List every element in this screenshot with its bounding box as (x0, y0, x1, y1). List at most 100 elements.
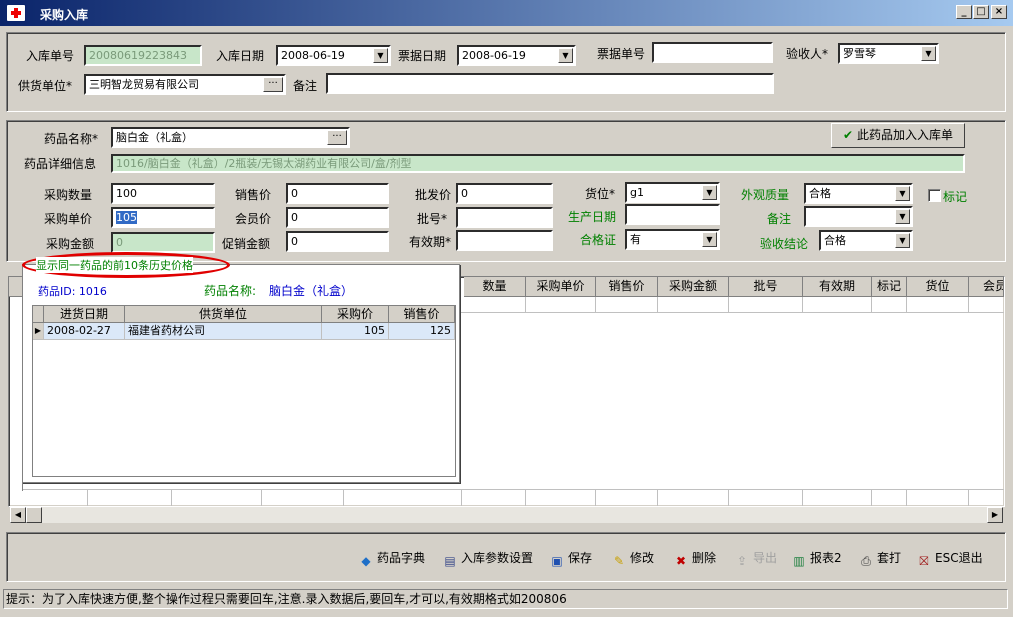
export-button[interactable]: ⇪ 导出 (734, 548, 777, 568)
receipt-date-value: 2008-06-19 (281, 49, 345, 62)
maximize-button[interactable]: □ (973, 5, 989, 19)
supplier-browse-button[interactable]: ··· (263, 77, 283, 92)
expiry-field[interactable] (456, 230, 553, 251)
chevron-down-icon[interactable]: ▼ (921, 46, 936, 61)
appearance-combo[interactable]: 合格 ▼ (804, 183, 913, 204)
history-cell-supplier[interactable]: 福建省药材公司 (125, 323, 322, 340)
wholesale-field[interactable]: 0 (456, 183, 553, 204)
report-icon: ▥ (793, 554, 805, 568)
report-button[interactable]: ▥ 报表2 (791, 548, 841, 568)
history-table[interactable]: 进货日期 供货单位 采购价 销售价 ▶ 2008-02-27 福建省药材公司 1… (32, 305, 456, 477)
bill-date-value: 2008-06-19 (462, 49, 526, 62)
delete-button[interactable]: ✖ 删除 (673, 548, 716, 568)
conclusion-combo[interactable]: 合格 ▼ (819, 230, 913, 251)
scroll-right-icon[interactable]: ▶ (987, 507, 1003, 523)
col-header-mark[interactable]: 标记 (872, 277, 907, 297)
close-button[interactable]: × (991, 5, 1007, 19)
exit-door-icon: ⛝ (919, 554, 929, 568)
add-drug-button[interactable]: ✔ 此药品加入入库单 (831, 123, 965, 148)
drug-browse-button[interactable]: ··· (327, 130, 347, 145)
bill-no-label: 票据单号 (597, 47, 646, 61)
row-indicator-icon: ▶ (33, 323, 44, 340)
supplier-field[interactable]: 三明智龙贸易有限公司 ··· (84, 74, 286, 95)
settings-button[interactable]: ▤ 入库参数设置 (442, 548, 533, 568)
history-col-date[interactable]: 进货日期 (44, 306, 125, 323)
inspector-combo[interactable]: 罗雪琴 ▼ (838, 43, 939, 64)
history-cell-sale[interactable]: 125 (389, 323, 455, 340)
member-price-field[interactable]: 0 (286, 207, 389, 228)
promo-amount-label: 促销金额 (222, 237, 271, 251)
chevron-down-icon[interactable]: ▼ (702, 185, 717, 200)
diamond-icon: ◆ (361, 554, 371, 568)
batch-field[interactable] (456, 207, 553, 228)
scroll-left-icon[interactable]: ◀ (10, 507, 26, 523)
cert-combo[interactable]: 有 ▼ (625, 229, 720, 250)
remark-label: 备注 (293, 79, 318, 93)
title-bar: 采购入库 _ □ × (0, 0, 1013, 26)
form-icon: ▤ (444, 554, 456, 568)
save-button[interactable]: ▣ 保存 (549, 548, 592, 568)
col-header-qty[interactable]: 数量 (464, 277, 526, 297)
drug-remark-combo[interactable]: ▼ (804, 206, 913, 227)
history-col-purchase[interactable]: 采购价 (322, 306, 389, 323)
minimize-button[interactable]: _ (956, 5, 972, 19)
bill-no-field[interactable] (652, 42, 773, 63)
drug-remark-label: 备注 (767, 212, 792, 226)
bill-date-combo[interactable]: 2008-06-19 ▼ (457, 45, 576, 66)
col-header-member[interactable]: 会员 (969, 277, 1004, 297)
col-header-location[interactable]: 货位 (907, 277, 969, 297)
save-label: 保存 (568, 551, 593, 565)
receipt-date-combo[interactable]: 2008-06-19 ▼ (276, 45, 391, 66)
qty-field[interactable]: 100 (111, 183, 215, 204)
printer-icon: ⎙ (861, 554, 871, 568)
drug-dict-button[interactable]: ◆ 药品字典 (358, 548, 425, 568)
amount-field: 0 (111, 232, 215, 253)
sale-price-label: 销售价 (235, 188, 272, 202)
col-header-expiry[interactable]: 有效期 (803, 277, 872, 297)
unit-price-field[interactable]: 105 (111, 207, 215, 228)
chevron-down-icon[interactable]: ▼ (702, 232, 717, 247)
history-cell-purchase[interactable]: 105 (322, 323, 389, 340)
history-cell-date[interactable]: 2008-02-27 (44, 323, 125, 340)
col-header-sale-price[interactable]: 销售价 (596, 277, 658, 297)
exit-button[interactable]: ⛝ ESC退出 (916, 548, 982, 568)
pencil-icon: ✎ (613, 554, 625, 568)
grid-col-line (171, 489, 172, 506)
edit-label: 修改 (630, 551, 655, 565)
chevron-down-icon[interactable]: ▼ (373, 48, 388, 63)
chevron-down-icon[interactable]: ▼ (558, 48, 573, 63)
history-corner (33, 306, 44, 323)
history-col-supplier[interactable]: 供货单位 (125, 306, 322, 323)
export-icon: ⇪ (736, 554, 748, 568)
grid-col-line (906, 489, 907, 506)
chevron-down-icon[interactable]: ▼ (895, 186, 910, 201)
history-caption: 显示同一药品的前10条历史价格 (36, 257, 193, 273)
chevron-down-icon[interactable]: ▼ (895, 233, 910, 248)
location-value: g1 (630, 186, 644, 199)
col-header-unit-price[interactable]: 采购单价 (526, 277, 596, 297)
col-header-batch[interactable]: 批号 (729, 277, 803, 297)
medical-cross-icon (6, 4, 26, 22)
history-col-sale[interactable]: 销售价 (389, 306, 455, 323)
mark-checkbox[interactable] (928, 189, 941, 202)
appearance-label: 外观质量 (741, 188, 790, 202)
print-button[interactable]: ⎙ 套打 (858, 548, 901, 568)
checkmark-icon: ✔ (842, 128, 854, 142)
grid-col-line (343, 489, 344, 506)
scroll-thumb[interactable] (26, 507, 42, 523)
drug-name-field[interactable]: 脑白金（礼盒） ··· (111, 127, 350, 148)
promo-amount-field[interactable]: 0 (286, 231, 389, 252)
col-header-amount[interactable]: 采购金额 (658, 277, 729, 297)
location-combo[interactable]: g1 ▼ (625, 182, 720, 203)
mark-label: 标记 (943, 190, 968, 204)
grid-col-line (595, 489, 596, 506)
drug-name-label: 药品名称* (44, 132, 99, 146)
remark-field[interactable] (326, 73, 774, 94)
edit-button[interactable]: ✎ 修改 (611, 548, 654, 568)
grid-col-line (657, 489, 658, 506)
sale-price-field[interactable]: 0 (286, 183, 389, 204)
receipt-no-label: 入库单号 (26, 49, 75, 63)
chevron-down-icon[interactable]: ▼ (895, 209, 910, 224)
prod-date-field[interactable] (625, 204, 720, 225)
horizontal-scrollbar[interactable]: ◀ ▶ (10, 507, 1003, 523)
